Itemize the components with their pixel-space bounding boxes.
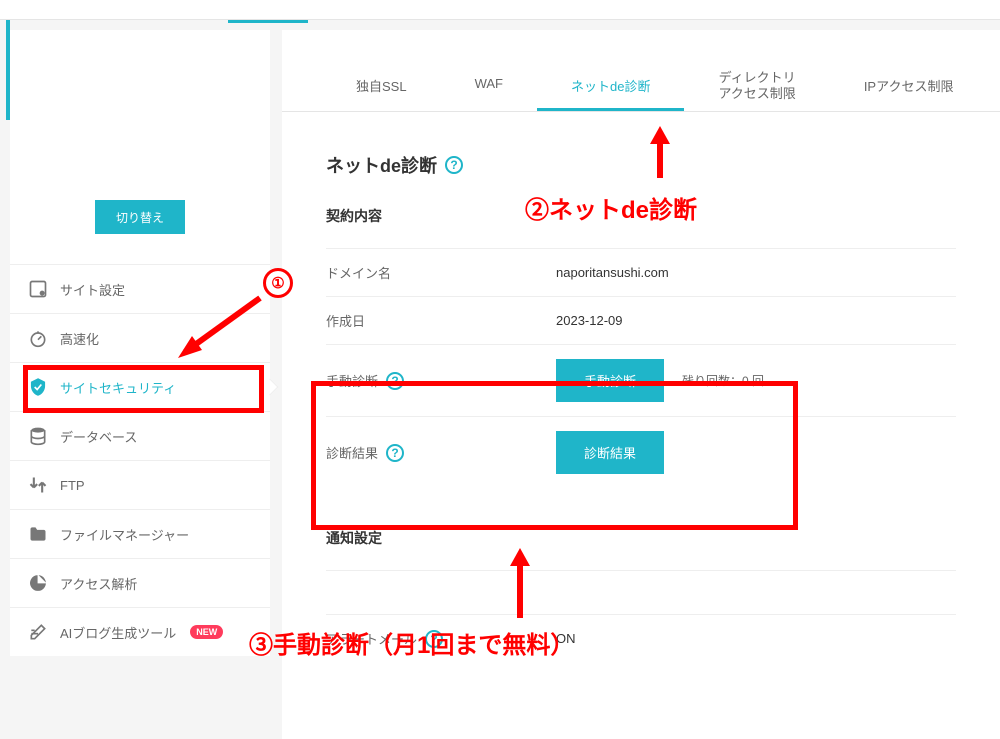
sidebar-item-label: サイト設定 [60, 280, 125, 299]
database-icon [28, 426, 48, 446]
sidebar-item-analytics[interactable]: アクセス解析 [10, 558, 270, 607]
sidebar-item-label: アクセス解析 [60, 574, 137, 593]
sidebar-item-label: 高速化 [60, 329, 99, 348]
tab-line2: アクセス制限 [718, 86, 795, 101]
row-hidden [326, 570, 956, 614]
row-created: 作成日 2023-12-09 [326, 296, 956, 344]
row-domain: ドメイン名 naporitansushi.com [326, 248, 956, 296]
tab-net-diagnosis[interactable]: ネットde診断 [537, 62, 684, 111]
notify-subtitle: 通知設定 [326, 528, 956, 548]
folder-icon [28, 524, 48, 544]
created-label: 作成日 [326, 311, 556, 330]
sidebar-item-label: ファイルマネージャー [60, 525, 189, 544]
new-badge: NEW [190, 625, 223, 639]
tabs: 独自SSL WAF ネットde診断 ディレクトリアクセス制限 IPアクセス制限 [282, 62, 1000, 112]
help-icon[interactable]: ? [445, 156, 463, 174]
top-strip [0, 0, 1000, 20]
annotation-box-sidebar [23, 365, 264, 413]
sidebar-pointer-icon [262, 379, 279, 396]
hidden-label [326, 585, 556, 600]
section-title: ネットde診断 ? [326, 152, 956, 178]
domain-value: naporitansushi.com [556, 265, 669, 280]
edit-icon [28, 622, 48, 642]
tab-line1: ディレクトリ [719, 70, 796, 85]
section-title-text: ネットde診断 [326, 152, 437, 178]
tab-directory-access[interactable]: ディレクトリアクセス制限 [684, 62, 829, 111]
tab-ip-access[interactable]: IPアクセス制限 [830, 62, 988, 111]
tab-waf[interactable]: WAF [441, 62, 537, 111]
sidebar: 切り替え サイト設定 高速化 サイトセキュリティ データベース FTP ファイル… [10, 30, 270, 656]
sidebar-item-ai-blog[interactable]: AIブログ生成ツール NEW [10, 607, 270, 656]
domain-label: ドメイン名 [326, 263, 556, 282]
annotation-box-actions [311, 381, 798, 530]
sidebar-item-ftp[interactable]: FTP [10, 460, 270, 509]
sidebar-item-filemanager[interactable]: ファイルマネージャー [10, 509, 270, 558]
sidebar-item-label: AIブログ生成ツール [60, 623, 176, 642]
sidebar-item-site-settings[interactable]: サイト設定 [10, 264, 270, 313]
sidebar-item-database[interactable]: データベース [10, 411, 270, 460]
annotation-text-3: ③手動診断（月1回まで無料） [249, 625, 574, 660]
sidebar-item-label: FTP [60, 478, 85, 493]
tab-ssl[interactable]: 独自SSL [322, 62, 441, 111]
annotation-text-2: ②ネットde診断 [525, 190, 697, 225]
switch-button[interactable]: 切り替え [95, 200, 185, 234]
site-settings-icon [28, 279, 48, 299]
sidebar-item-speed[interactable]: 高速化 [10, 313, 270, 362]
top-tab-indicator [228, 20, 308, 23]
chart-icon [28, 573, 48, 593]
speed-icon [28, 328, 48, 348]
ftp-icon [28, 475, 48, 495]
created-value: 2023-12-09 [556, 313, 623, 328]
sidebar-item-label: データベース [60, 427, 137, 446]
